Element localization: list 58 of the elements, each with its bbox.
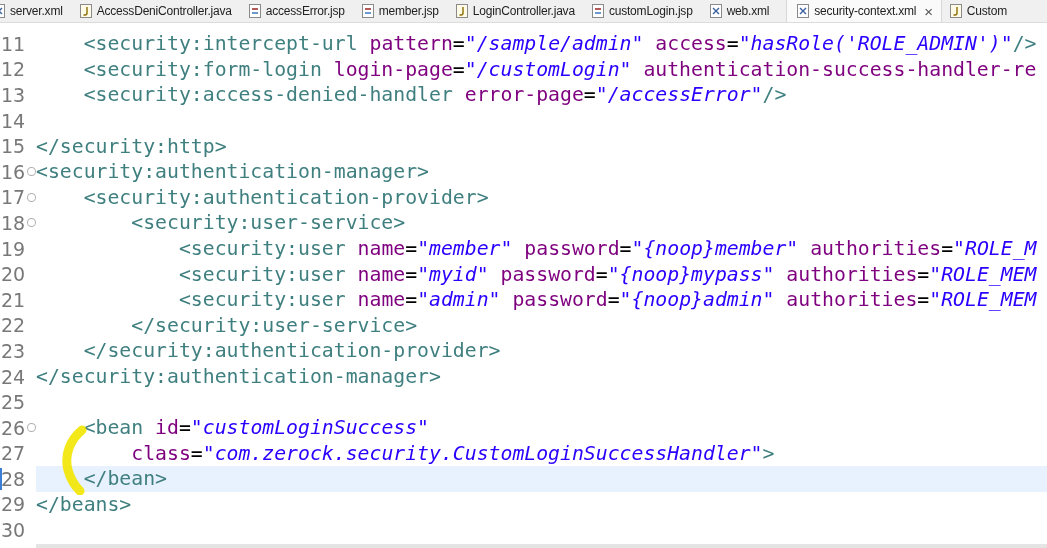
code-line: <security:access-denied-handler error-page="/accessError"/> (82, 82, 788, 108)
code-line: <security:user name="myid" password="{noop}mypass" authorities="ROLE_MEM (177, 261, 1038, 287)
code-line: </security:authentication-provider> (82, 338, 502, 364)
line-number: 25 (0, 391, 27, 414)
code-line: </security:http> (36, 133, 228, 159)
line-number: 20 (0, 263, 27, 286)
line-number: 26 (0, 416, 27, 439)
line-number: 28 (0, 467, 27, 490)
file-icon (591, 4, 604, 18)
file-icon (361, 4, 374, 18)
line-number: 11 (0, 32, 27, 55)
editor-tab[interactable]: web.xml (709, 0, 787, 22)
file-icon (455, 4, 468, 18)
code-line: class="com.zerock.security.CustomLoginSuccessHandler"> (130, 440, 776, 467)
line-number: 21 (0, 288, 27, 311)
line-number: 18 (0, 211, 27, 234)
fold-icon[interactable] (27, 218, 36, 228)
editor-tab[interactable]: customLogin.jsp (591, 0, 710, 22)
line-number: 17 (0, 186, 27, 209)
file-icon (797, 4, 810, 18)
editor-tab[interactable]: AccessDeniController.java (79, 0, 249, 22)
line-number: 14 (0, 109, 27, 132)
file-icon (79, 4, 92, 18)
line-number: 15 (0, 135, 27, 158)
close-icon[interactable]: × (924, 2, 933, 20)
code-line: <bean id="customLoginSuccess" (82, 415, 431, 441)
file-icon (709, 4, 722, 18)
editor-tab[interactable]: server.xml (0, 0, 80, 22)
editor-tab[interactable]: security-context.xml × (786, 0, 942, 22)
code-line: <security:user-service> (130, 210, 407, 236)
line-number: 23 (0, 339, 27, 362)
line-number: 29 (0, 493, 27, 516)
line-number: 27 (0, 442, 27, 465)
code-line: <security:intercept-url pattern="/sample/admin" access="hasRole('ROLE_ADMIN')"/> (82, 31, 1038, 57)
code-line: <security:authentication-provider> (82, 184, 490, 211)
code-line: </security:authentication-manager> (36, 364, 442, 390)
file-icon (248, 4, 261, 18)
code-line: <security:form-login login-page="/customLogin" authentication-success-handler-re (82, 56, 1038, 83)
code-line: </security:user-service> (130, 312, 419, 339)
code-line: <security:authentication-manager> (36, 159, 430, 185)
line-number: 22 (0, 314, 27, 337)
fold-icon[interactable] (27, 167, 36, 177)
fold-icon[interactable] (27, 192, 36, 202)
line-number: 13 (0, 84, 27, 106)
line-number: 30 (0, 519, 27, 542)
code-line: <security:user name="member" password="{noop}member" authorities="ROLE_M (177, 236, 1038, 262)
editor-tab[interactable]: accessError.jsp (248, 0, 362, 22)
fold-icon[interactable] (27, 423, 36, 433)
line-number: 12 (0, 58, 27, 81)
line-number: 16 (0, 160, 27, 183)
code-line: </beans> (36, 492, 133, 518)
line-number: 19 (0, 237, 27, 260)
code-line: <security:user name="admin" password="{noop}admin" authorities="ROLE_MEM (177, 287, 1038, 313)
editor-tab[interactable]: member.jsp (361, 0, 456, 22)
file-icon (949, 4, 962, 18)
editor-tab[interactable]: LoginController.java (455, 0, 592, 22)
editor-tab[interactable]: Custom (949, 0, 1024, 22)
line-number: 24 (0, 365, 27, 388)
